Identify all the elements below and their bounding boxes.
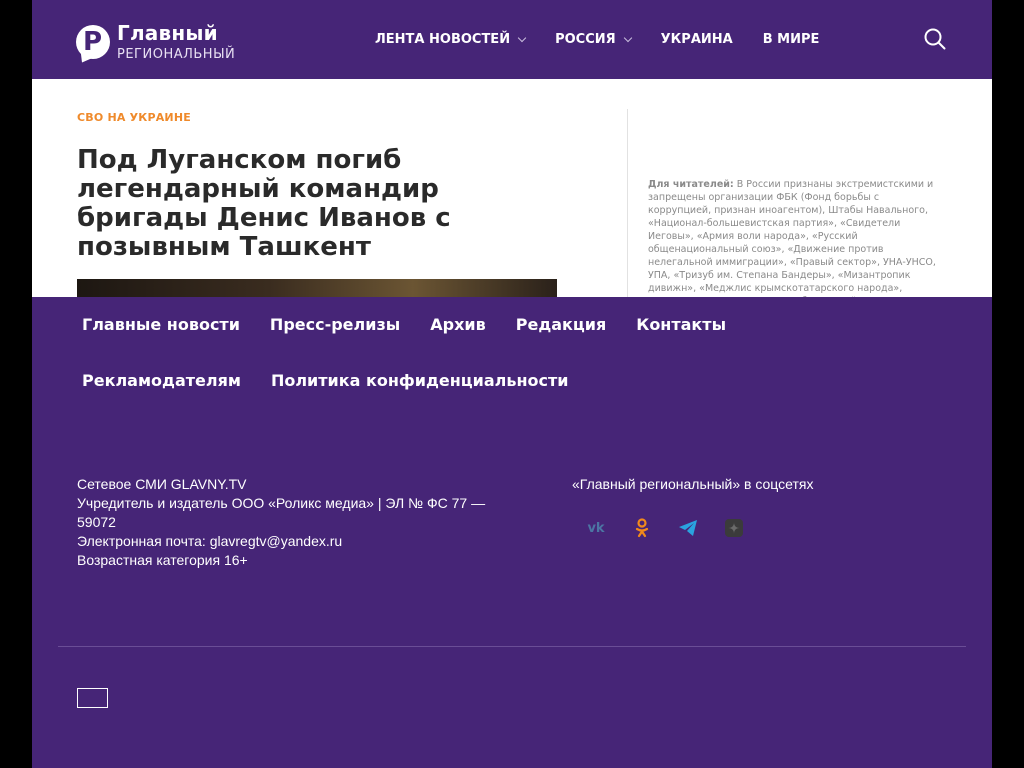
page-frame: P Главный РЕГИОНАЛЬНЫЙ ЛЕНТА НОВОСТЕЙ РО… [32,0,992,768]
logo-icon: P [76,24,110,59]
nav-item-russia[interactable]: РОССИЯ [555,32,632,47]
sidebar-divider [627,109,628,297]
footer-divider [58,646,966,647]
site-header: P Главный РЕГИОНАЛЬНЫЙ ЛЕНТА НОВОСТЕЙ РО… [32,0,992,79]
footer-nav: Главные новости Пресс-релизы Архив Редак… [82,297,942,409]
info-publisher: Учредитель и издатель ООО «Роликс медиа»… [77,495,486,530]
info-age-rating: Возрастная категория 16+ [77,552,248,568]
article-title: Под Луганском погиб легендарный командир… [77,145,451,262]
nav-item-news-feed[interactable]: ЛЕНТА НОВОСТЕЙ [375,32,527,47]
article-area: СВО НА УКРАИНЕ Под Луганском погиб леген… [32,79,992,297]
readers-notice: Для читателей: В России признаны экстрем… [648,178,938,297]
search-icon[interactable] [924,28,946,50]
notice-label: Для читателей: [648,179,734,190]
article-hero-image [77,279,557,297]
footer-link-contacts[interactable]: Контакты [636,297,726,353]
chevron-down-icon [623,33,632,43]
nav-item-ukraine[interactable]: УКРАИНА [661,32,733,47]
footer-link-editorial[interactable]: Редакция [516,297,607,353]
logo-line-2: РЕГИОНАЛЬНЫЙ [117,47,236,62]
notice-text: В России признаны экстремистскими и запр… [648,179,936,297]
social-icons: vk [584,516,768,540]
counter-image [77,688,108,708]
footer-link-main-news[interactable]: Главные новости [82,297,240,353]
info-email: Электронная почта: glavregtv@yandex.ru [77,533,343,549]
social-title: «Главный региональный» в соцсетях [572,476,814,492]
footer-link-advertisers[interactable]: Рекламодателям [82,353,241,409]
odnoklassniki-icon[interactable] [630,516,654,540]
footer-link-privacy[interactable]: Политика конфиденциальности [271,353,569,409]
site-logo[interactable]: P Главный РЕГИОНАЛЬНЫЙ [76,21,235,62]
nav-item-world[interactable]: В МИРЕ [763,32,820,47]
telegram-icon[interactable] [676,516,700,540]
info-media-name: Сетевое СМИ GLAVNY.TV [77,476,247,492]
logo-line-1: Главный [117,21,218,45]
vk-icon[interactable]: vk [584,516,608,540]
dzen-icon[interactable] [722,516,746,540]
chevron-down-icon [517,33,527,43]
main-nav: ЛЕНТА НОВОСТЕЙ РОССИЯ УКРАИНА В МИРЕ [375,0,849,79]
footer-info: Сетевое СМИ GLAVNY.TV Учредитель и издат… [77,475,517,570]
footer-link-archive[interactable]: Архив [430,297,486,353]
article-category[interactable]: СВО НА УКРАИНЕ [77,111,191,124]
footer-link-press-releases[interactable]: Пресс-релизы [270,297,400,353]
